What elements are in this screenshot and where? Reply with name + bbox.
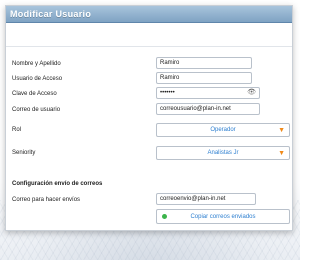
seniority-selected: Analistas Jr [207, 150, 239, 156]
row-rol: Rol Operador ▼ [12, 123, 290, 137]
correo-input[interactable]: correousuario@plan-in.net [156, 103, 260, 115]
panel-header-spacer [6, 23, 292, 47]
usuario-label: Usuario de Acceso [12, 75, 63, 82]
usuario-value: Ramiro [160, 75, 180, 81]
row-seniority: Seniority Analistas Jr ▼ [12, 146, 290, 160]
modify-user-panel: Modificar Usuario Nombre y Apellido Rami… [5, 5, 293, 231]
envio-value: correoenvio@plan-in.net [160, 196, 226, 202]
row-correo: Correo de usuario correousuario@plan-in.… [12, 103, 286, 116]
panel-title: Modificar Usuario [10, 9, 92, 19]
email-config-title: Configuración envío de correos [12, 180, 103, 187]
seniority-label: Seniority [12, 149, 36, 156]
row-nombre: Nombre y Apellido Ramiro [12, 57, 286, 70]
seniority-select[interactable]: Analistas Jr ▼ [156, 146, 290, 160]
correo-value: correousuario@plan-in.net [160, 106, 231, 112]
eye-icon[interactable]: 👁 [247, 89, 256, 97]
envio-label: Correo para hacer envíos [12, 196, 81, 203]
clave-label: Clave de Acceso [12, 90, 57, 97]
caret-down-icon: ▼ [278, 150, 285, 157]
correo-label: Correo de usuario [12, 106, 61, 113]
copy-sent-emails-button[interactable]: Copiar correos enviados [156, 209, 290, 224]
nombre-input[interactable]: Ramiro [156, 57, 252, 69]
copy-button-label: Copiar correos enviados [190, 213, 256, 220]
row-copy: Copiar correos enviados [12, 209, 290, 224]
row-usuario: Usuario de Acceso Ramiro [12, 72, 286, 85]
row-envio: Correo para hacer envíos correoenvio@pla… [12, 193, 286, 206]
caret-down-icon: ▼ [278, 127, 285, 134]
row-clave: Clave de Acceso ••••••• 👁 [12, 87, 286, 100]
nombre-value: Ramiro [160, 60, 180, 66]
row-email-config-title: Configuración envío de correos [12, 177, 286, 190]
rol-select[interactable]: Operador ▼ [156, 123, 290, 137]
clave-value: ••••••• [160, 90, 175, 96]
green-dot-icon [162, 214, 167, 219]
envio-input[interactable]: correoenvio@plan-in.net [156, 193, 256, 205]
usuario-input[interactable]: Ramiro [156, 72, 252, 84]
clave-input[interactable]: ••••••• 👁 [156, 87, 260, 99]
nombre-label: Nombre y Apellido [12, 60, 61, 67]
rol-label: Rol [12, 126, 22, 133]
rol-selected: Operador [210, 127, 236, 133]
panel-titlebar: Modificar Usuario [6, 6, 292, 23]
